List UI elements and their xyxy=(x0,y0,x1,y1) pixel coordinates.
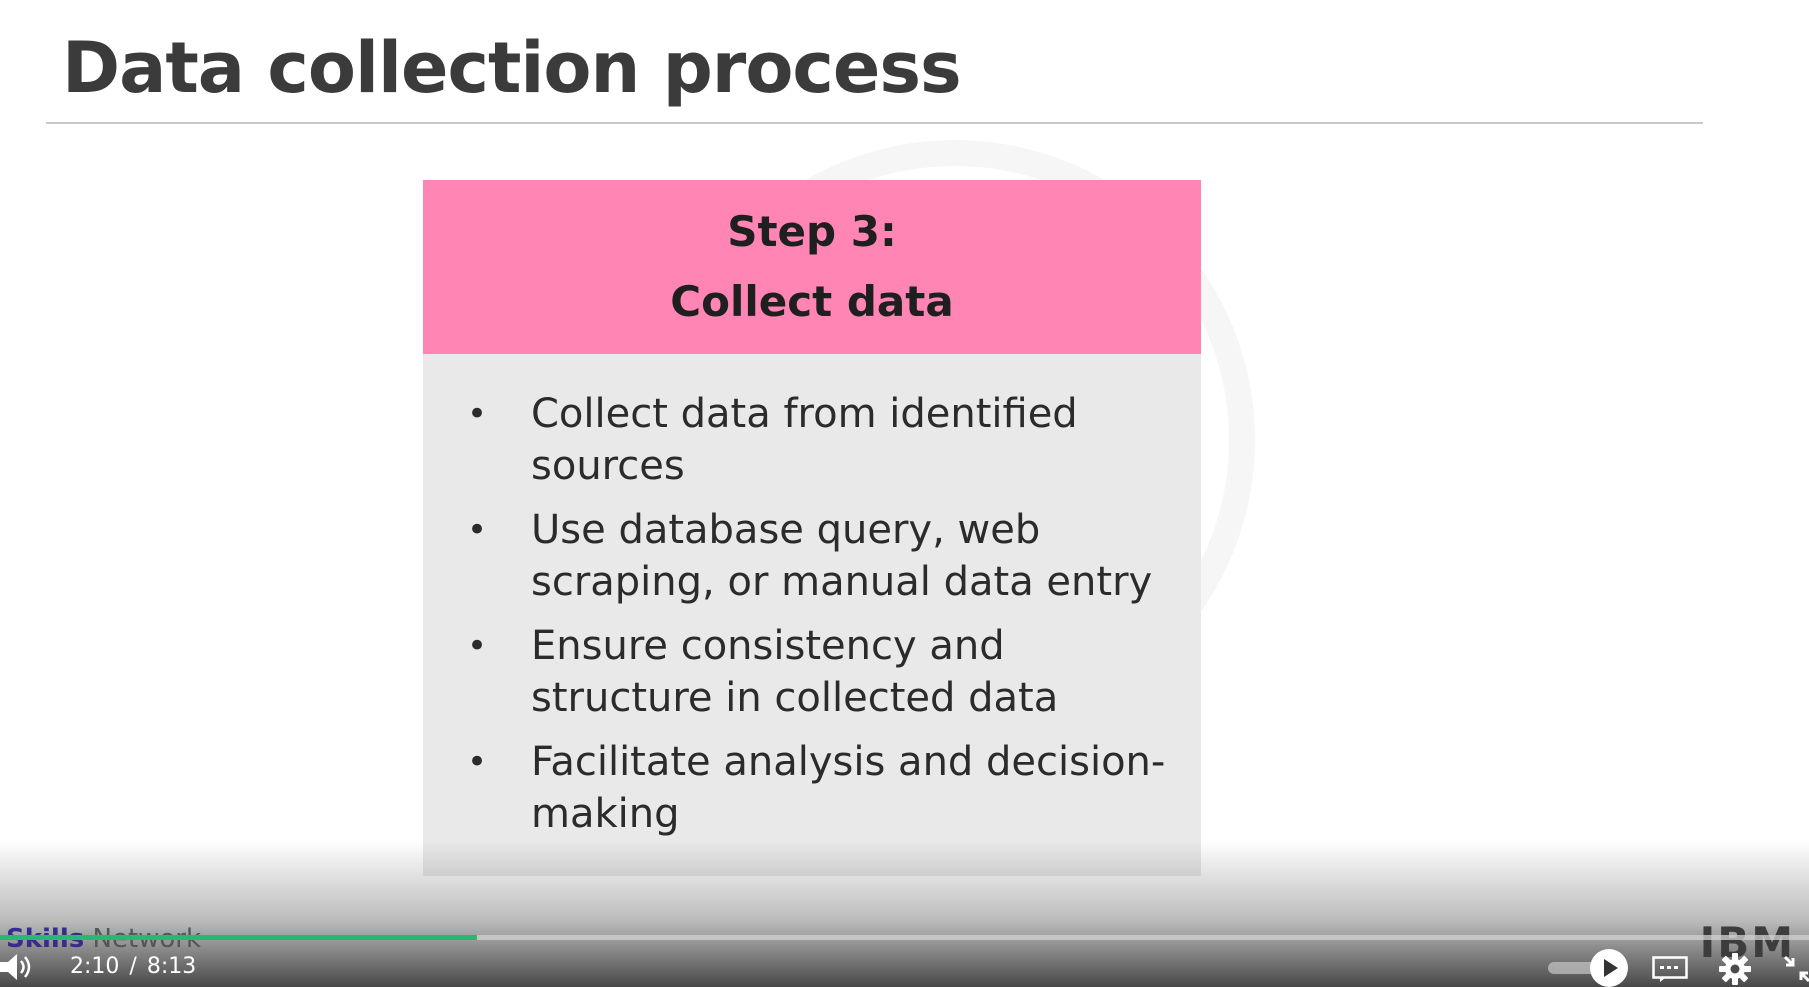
progress-bar-fill xyxy=(0,935,478,940)
current-time: 2:10 xyxy=(70,954,120,979)
bullet-dot-icon: • xyxy=(467,394,488,434)
autoplay-toggle[interactable] xyxy=(1548,949,1628,987)
player-controls: 2:10 / 8:13 xyxy=(0,948,1809,987)
bullet-text: Facilitate analysis and decision-making xyxy=(531,739,1166,837)
bullet-item: • Use database query, web scraping, or ma… xyxy=(463,504,1183,608)
bullet-dot-icon: • xyxy=(467,510,488,550)
bullet-dot-icon: • xyxy=(467,742,488,782)
bullet-item: • Facilitate analysis and decision-making xyxy=(463,736,1183,840)
step-card-header: Step 3: Collect data xyxy=(423,180,1201,354)
fullscreen-exit-icon[interactable] xyxy=(1784,956,1809,982)
bullet-item: • Collect data from identified sources xyxy=(463,388,1183,492)
title-divider xyxy=(46,122,1703,124)
play-icon xyxy=(1604,959,1618,977)
time-display: 2:10 / 8:13 xyxy=(70,954,196,979)
gear-icon[interactable] xyxy=(1718,952,1752,986)
bullet-dot-icon: • xyxy=(467,626,488,666)
bullet-text: Use database query, web scraping, or man… xyxy=(531,507,1153,605)
bullet-text: Ensure consistency and structure in coll… xyxy=(531,623,1059,721)
slide-title: Data collection process xyxy=(62,27,962,109)
bullet-item: • Ensure consistency and structure in col… xyxy=(463,620,1183,724)
toggle-knob xyxy=(1590,949,1628,987)
captions-icon[interactable] xyxy=(1652,956,1688,982)
duration: 8:13 xyxy=(146,954,197,979)
step-number: Step 3: xyxy=(727,207,897,256)
volume-icon[interactable] xyxy=(0,952,34,982)
bullet-text: Collect data from identified sources xyxy=(531,391,1078,489)
bullet-list: • Collect data from identified sources • U… xyxy=(463,388,1183,852)
progress-bar[interactable] xyxy=(0,935,1809,940)
video-frame[interactable]: Data collection process Step 3: Collect … xyxy=(0,0,1809,987)
time-separator: / xyxy=(129,954,137,979)
step-card: Step 3: Collect data • Collect data from … xyxy=(423,180,1201,876)
step-name: Collect data xyxy=(670,277,954,326)
